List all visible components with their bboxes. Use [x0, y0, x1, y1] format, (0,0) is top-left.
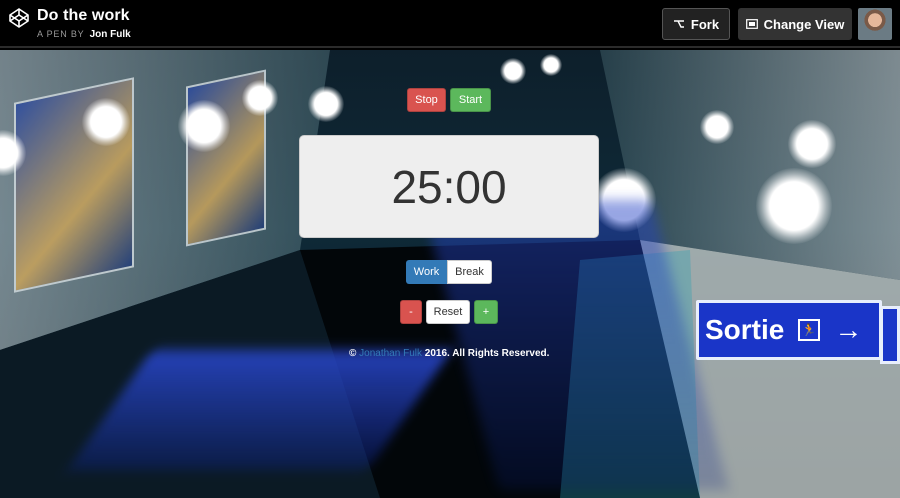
fork-icon — [673, 20, 684, 28]
mode-toggle: Work Break — [406, 260, 492, 284]
ceiling-lamp — [700, 110, 734, 144]
timer-display: 25:00 — [299, 135, 599, 238]
fork-button[interactable]: Fork — [662, 8, 730, 40]
copyright-symbol: © — [349, 348, 357, 359]
reset-button[interactable]: Reset — [426, 300, 470, 324]
exit-sign-text: Sortie — [705, 314, 785, 345]
pen-byline: A PEN BY Jon Fulk — [37, 29, 131, 40]
arrow-right-icon: → — [834, 314, 863, 345]
ceiling-lamp — [178, 100, 230, 152]
ceiling-lamp — [788, 120, 836, 168]
work-mode-button[interactable]: Work — [406, 260, 447, 284]
ceiling-lamp — [308, 86, 344, 122]
pen-header: Do the work A PEN BY Jon Fulk Fork Chang… — [0, 0, 900, 48]
exit-person-icon: 🏃 — [798, 319, 821, 341]
break-mode-button[interactable]: Break — [447, 260, 492, 284]
author-link[interactable]: Jonathan Fulk — [359, 348, 422, 359]
copyright-text: 2016. All Rights Reserved. — [421, 348, 550, 359]
decrease-button[interactable]: - — [400, 300, 422, 324]
stop-button[interactable]: Stop — [407, 88, 446, 112]
change-view-icon — [745, 19, 758, 29]
ceiling-lamp — [500, 58, 526, 84]
exit-sign: Sortie 🏃 → — [696, 300, 882, 360]
avatar[interactable] — [858, 8, 892, 40]
start-button[interactable]: Start — [450, 88, 491, 112]
ceiling-lamp — [82, 98, 130, 146]
exit-sign-edge — [880, 306, 900, 364]
ceiling-lamp — [540, 54, 562, 76]
change-view-button[interactable]: Change View — [738, 8, 852, 40]
change-view-label: Change View — [763, 16, 845, 32]
increase-button[interactable]: + — [474, 300, 498, 324]
ceiling-lamp — [242, 80, 278, 116]
pen-by-label: A PEN BY — [37, 29, 85, 39]
pen-title[interactable]: Do the work — [37, 7, 130, 25]
ceiling-lamp — [756, 168, 832, 244]
copyright-footer: © Jonathan Fulk 2016. All Rights Reserve… — [349, 348, 549, 359]
fork-label: Fork — [690, 16, 720, 32]
codepen-logo-icon[interactable] — [9, 8, 29, 28]
pen-author-link[interactable]: Jon Fulk — [90, 29, 131, 40]
